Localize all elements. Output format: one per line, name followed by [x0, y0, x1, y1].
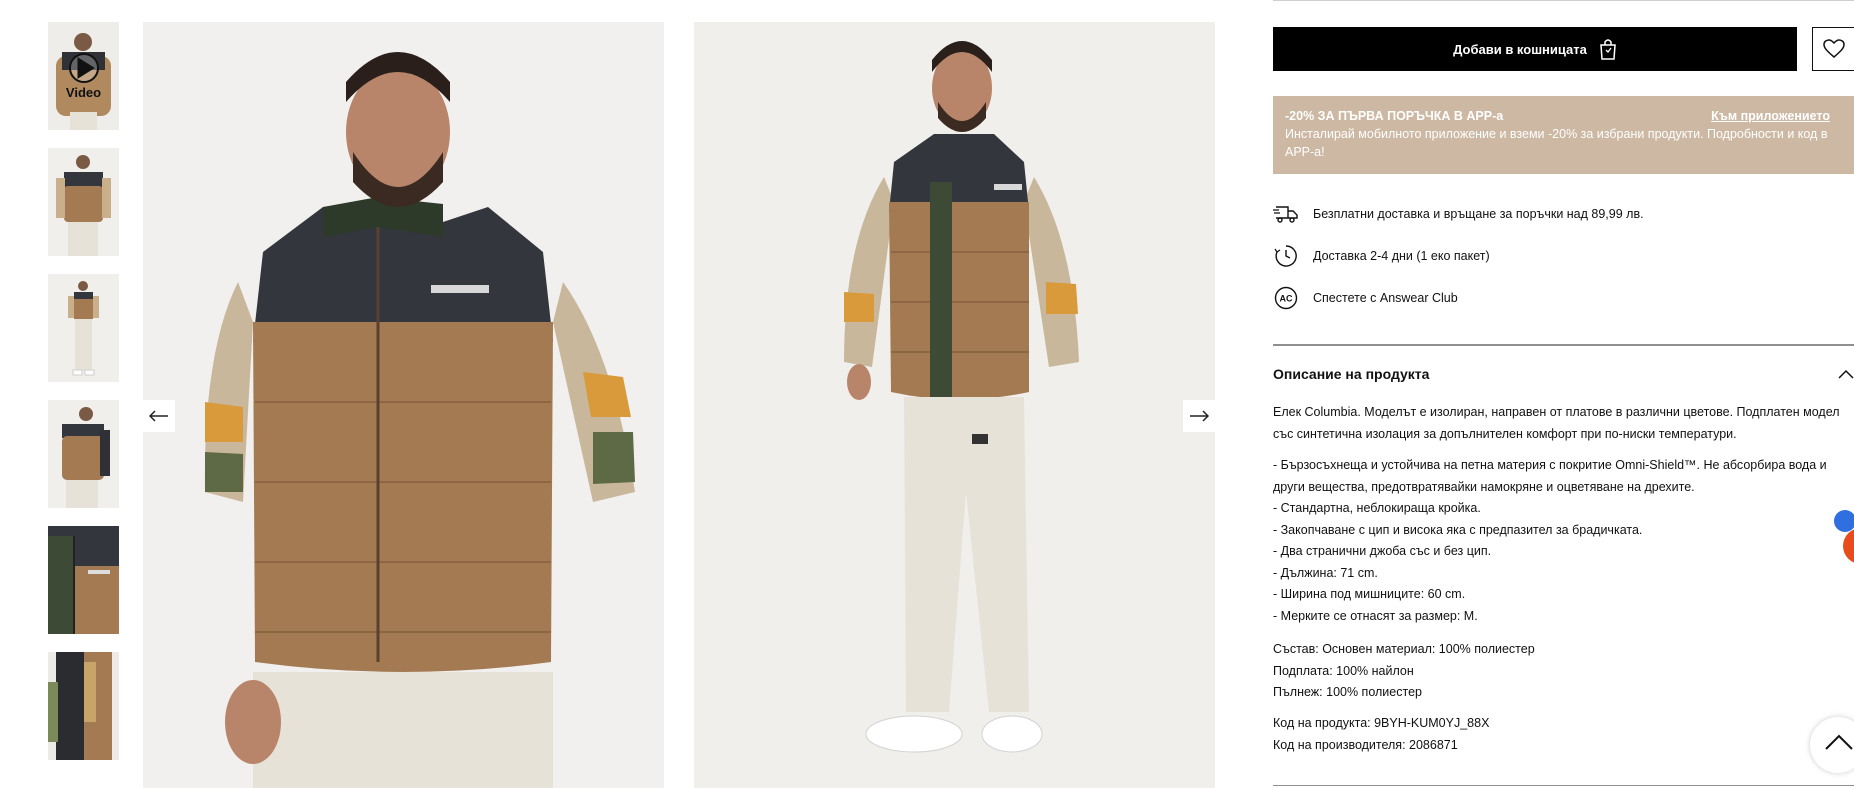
arrow-right-icon	[1190, 410, 1209, 422]
delivery-text: Доставка 2-4 дни (1 еко пакет)	[1313, 249, 1490, 263]
wishlist-button[interactable]	[1812, 27, 1854, 71]
thumbnail-open-image	[48, 652, 119, 760]
app-promo-banner: -20% ЗА ПЪРВА ПОРЪЧКА В APP-a Към прилож…	[1273, 96, 1854, 174]
chat-widget-icon[interactable]	[1834, 510, 1854, 532]
answear-club-icon: AC	[1273, 285, 1299, 311]
product-code: Код на продукта: 9BYH-KUM0YJ_88X	[1273, 716, 1490, 730]
product-image-front[interactable]	[143, 22, 664, 788]
product-photo-front	[143, 22, 664, 788]
thumbnail-side[interactable]	[48, 400, 119, 508]
play-icon	[68, 52, 99, 83]
delivery-info: Доставка 2-4 дни (1 еко пакет)	[1273, 243, 1490, 269]
divider	[1273, 785, 1854, 786]
svg-text:AC: AC	[1280, 294, 1293, 304]
clock-icon	[1273, 243, 1299, 269]
divider	[1273, 344, 1854, 346]
thumbnail-detail-image	[48, 526, 119, 634]
feature-item: - Закопчаване с цип и висока яка с предп…	[1273, 522, 1643, 537]
thumbnail-open[interactable]	[48, 652, 119, 760]
feature-list: - Бързосъхнеща и устойчива на петна мате…	[1273, 455, 1851, 627]
chevron-up-icon	[1838, 369, 1854, 379]
product-image-full[interactable]	[694, 22, 1215, 788]
thumbnail-detail[interactable]	[48, 526, 119, 634]
next-image-button[interactable]	[1183, 400, 1215, 432]
product-codes: Код на продукта: 9BYH-KUM0YJ_88X Код на …	[1273, 713, 1851, 756]
thumbnail-front[interactable]	[48, 148, 119, 256]
composition-item: Състав: Основен материал: 100% полиестер	[1273, 642, 1535, 656]
promo-text: Инсталирай мобилното приложение и вземи …	[1285, 127, 1828, 159]
composition-item: Подплата: 100% найлон	[1273, 663, 1414, 678]
truck-icon	[1273, 201, 1299, 227]
divider	[1273, 0, 1854, 1]
feature-item: - Ширина под мишниците: 60 cm.	[1273, 587, 1466, 601]
previous-image-button[interactable]	[143, 400, 175, 432]
description-heading: Описание на продукта	[1273, 366, 1430, 382]
thumbnail-front-image	[48, 148, 119, 256]
thumbnail-full[interactable]	[48, 274, 119, 382]
feature-item: - Дължина: 71 cm.	[1273, 565, 1378, 580]
video-overlay: Video	[48, 22, 119, 130]
arrow-left-icon	[149, 410, 168, 422]
feature-item: - Два странични джоба със и без цип.	[1273, 544, 1492, 558]
thumbnail-side-image	[48, 400, 119, 508]
description-toggle[interactable]: Описание на продукта	[1273, 366, 1854, 382]
shopping-bag-icon	[1600, 39, 1616, 60]
thumbnail-full-image	[48, 274, 119, 382]
club-text: Спестете с Answear Club	[1313, 291, 1458, 305]
composition-list: Състав: Основен материал: 100% полиестер…	[1273, 639, 1851, 704]
product-photo-full	[694, 22, 1215, 788]
feature-item: - Бързосъхнеща и устойчива на петна мате…	[1273, 458, 1827, 494]
chevron-up-icon	[1825, 734, 1853, 750]
feature-item: - Мерките се отнасят за размер: M.	[1273, 608, 1478, 623]
video-label: Video	[65, 84, 102, 100]
thumbnail-video[interactable]: Video	[48, 22, 119, 130]
promo-app-link[interactable]: Към приложението	[1711, 107, 1830, 125]
composition-item: Пълнеж: 100% полиестер	[1273, 685, 1422, 699]
heart-icon	[1823, 39, 1845, 58]
club-info: AC Спестете с Answear Club	[1273, 285, 1458, 311]
shipping-text: Безплатни доставка и връщане за поръчки …	[1313, 207, 1644, 221]
feature-item: - Стандартна, неблокираща кройка.	[1273, 501, 1481, 515]
add-to-cart-button[interactable]: Добави в кошницата	[1273, 27, 1797, 71]
add-to-cart-label: Добави в кошницата	[1453, 41, 1587, 57]
description-intro: Елек Columbia. Моделът е изолиран, напра…	[1273, 405, 1840, 441]
manufacturer-code: Код на производителя: 2086871	[1273, 737, 1458, 752]
product-info-panel: Добави в кошницата -20% ЗА ПЪРВА ПОРЪЧКА…	[1273, 0, 1854, 788]
shipping-info: Безплатни доставка и връщане за поръчки …	[1273, 201, 1644, 227]
